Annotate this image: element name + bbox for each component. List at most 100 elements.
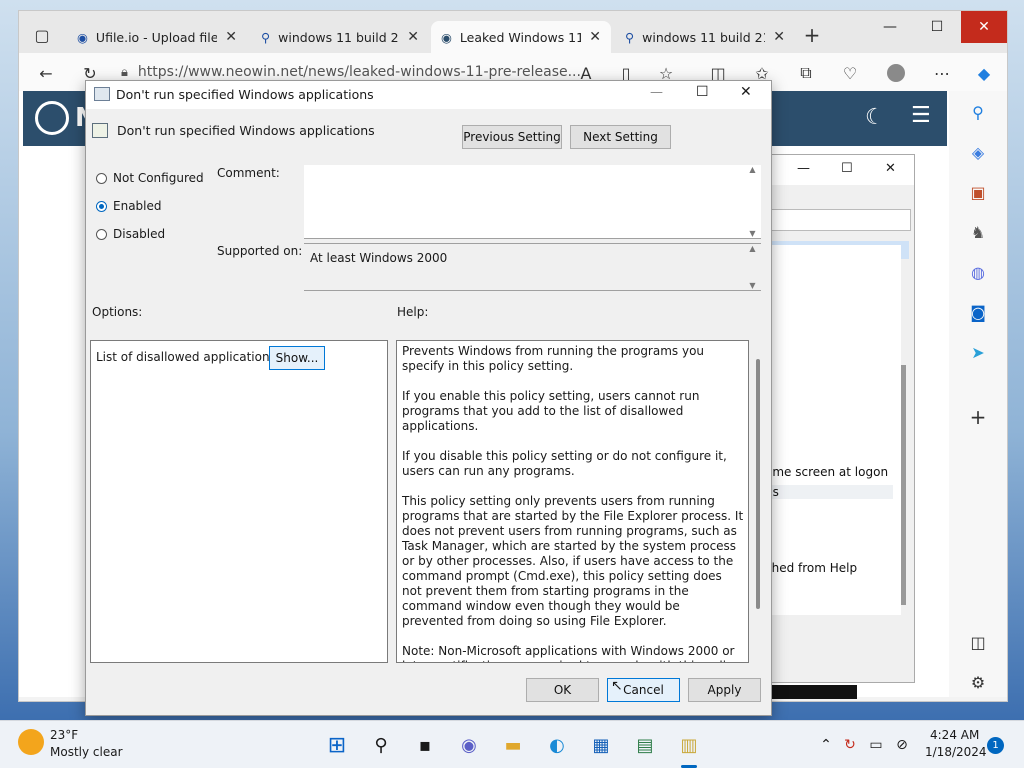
health-icon[interactable]: ♡	[839, 63, 861, 83]
supported-on-value: At least Windows 2000	[310, 251, 448, 265]
list-item[interactable]: ns	[765, 485, 893, 499]
tab-leaked-windows[interactable]: ◉ Leaked Windows 11 p ✕	[431, 21, 611, 53]
search-icon[interactable]: ⚲	[367, 731, 395, 759]
help-paragraph: If you enable this policy setting, users…	[402, 389, 700, 433]
games-icon[interactable]: ♞	[967, 221, 989, 243]
background-window-titlebar: — ☐ ✕	[761, 155, 914, 185]
close-tab-icon[interactable]: ✕	[773, 29, 785, 45]
neowin-favicon-icon: ◉	[441, 29, 452, 45]
list-item[interactable]: ched from Help	[765, 561, 857, 575]
dark-mode-moon-icon[interactable]: ☾	[865, 105, 885, 130]
tab-actions-icon[interactable]: ▢	[31, 25, 53, 45]
chat-icon[interactable]: ◉	[455, 731, 483, 759]
comment-label: Comment:	[217, 166, 280, 180]
next-setting-button[interactable]: Next Setting	[570, 125, 671, 149]
url-text: https://www.neowin.net/news/leaked-windo…	[137, 64, 581, 80]
ok-button[interactable]: OK	[526, 678, 599, 702]
maximize-icon[interactable]: ☐	[841, 161, 853, 176]
display-icon[interactable]: ▭	[862, 731, 890, 759]
scroll-down-icon[interactable]: ▼	[749, 281, 755, 290]
help-label: Help:	[397, 305, 429, 319]
more-options-icon[interactable]: ⋯	[931, 63, 953, 83]
copilot-icon[interactable]: ◆	[973, 63, 995, 83]
supported-on-field: At least Windows 2000 ▲ ▼	[304, 243, 761, 291]
notepad-icon[interactable]: ▥	[675, 731, 703, 759]
security-icon[interactable]: ↻	[836, 731, 864, 759]
background-window-list: ome screen at logon ns t ched from Help …	[761, 245, 901, 615]
settings-gear-icon[interactable]: ⚙	[967, 671, 989, 693]
radio-enabled[interactable]: Enabled	[96, 199, 162, 213]
close-icon[interactable]: ✕	[740, 84, 752, 100]
weather-moon-icon[interactable]	[18, 729, 44, 755]
outlook-icon[interactable]: ◙	[967, 301, 989, 323]
tools-icon[interactable]: ▣	[967, 181, 989, 203]
scroll-down-icon[interactable]: ▼	[749, 229, 755, 238]
dialog-titlebar: Don't run specified Windows applications…	[86, 81, 771, 109]
file-explorer-icon[interactable]: ▬	[499, 731, 527, 759]
sidebar-panel-icon[interactable]: ◫	[967, 631, 989, 653]
minimize-icon[interactable]: —	[650, 85, 663, 100]
close-tab-icon[interactable]: ✕	[225, 29, 237, 45]
options-label: Options:	[92, 305, 143, 319]
tab-label: Ufile.io - Upload files	[95, 29, 218, 45]
policy-setting-icon	[92, 123, 108, 138]
comment-field[interactable]: ▲ ▼	[304, 165, 761, 239]
radio-label: Not Configured	[113, 171, 204, 185]
close-tab-icon[interactable]: ✕	[407, 29, 419, 45]
collections-icon[interactable]: ⧉	[795, 63, 817, 83]
tab-search-2[interactable]: ⚲ windows 11 build 213 ✕	[615, 21, 795, 53]
radio-not-configured[interactable]: Not Configured	[96, 171, 204, 185]
radio-circle	[96, 172, 107, 184]
close-window-icon[interactable]: ✕	[961, 11, 1007, 43]
clock-date[interactable]: 1/18/2024	[925, 745, 987, 759]
tab-label: windows 11 build 213	[278, 29, 399, 45]
maximize-icon[interactable]: ☐	[914, 11, 960, 43]
minimize-icon[interactable]: —	[867, 11, 913, 43]
show-button[interactable]: Show...	[269, 346, 325, 370]
new-tab-icon[interactable]: +	[801, 23, 823, 47]
help-paragraph: This policy setting only prevents users …	[402, 494, 744, 628]
apply-button[interactable]: Apply	[688, 678, 761, 702]
previous-setting-button[interactable]: Previous Setting	[462, 125, 562, 149]
minimize-icon[interactable]: —	[797, 161, 810, 176]
start-windows-icon[interactable]: ⊞	[323, 731, 351, 759]
edge-icon[interactable]: ◐	[543, 731, 571, 759]
list-item[interactable]: ome screen at logon	[765, 465, 888, 479]
weather-condition[interactable]: Mostly clear	[50, 745, 123, 759]
hamburger-menu-icon[interactable]: ☰	[911, 103, 931, 128]
radio-disabled[interactable]: Disabled	[96, 227, 165, 241]
options-panel: List of disallowed applications Show...	[90, 340, 388, 663]
radio-label: Enabled	[113, 199, 162, 213]
close-icon[interactable]: ✕	[885, 161, 896, 176]
clock-time[interactable]: 4:24 AM	[930, 728, 979, 742]
network-icon[interactable]: ⊘	[888, 731, 916, 759]
help-scrollbar-thumb[interactable]	[756, 359, 760, 609]
close-tab-icon[interactable]: ✕	[589, 29, 601, 45]
tab-ufile[interactable]: ◉ Ufile.io - Upload files ✕	[67, 21, 247, 53]
task-view-icon[interactable]: ▪	[411, 731, 439, 759]
search-favicon-icon: ⚲	[625, 29, 635, 45]
mouse-cursor-icon: ↖	[611, 678, 623, 694]
add-sidebar-app-icon[interactable]: +	[967, 405, 989, 429]
store-icon[interactable]: ▦	[587, 731, 615, 759]
supported-scrollbar[interactable]: ▲ ▼	[744, 244, 761, 290]
scroll-up-icon[interactable]: ▲	[749, 244, 755, 253]
background-window-field	[761, 209, 911, 231]
comment-scrollbar[interactable]: ▲ ▼	[744, 165, 761, 238]
policy-editor-app-icon[interactable]: ▤	[631, 731, 659, 759]
background-scrollbar[interactable]	[901, 365, 906, 605]
shopping-tag-icon[interactable]: ◈	[967, 141, 989, 163]
microsoft-365-icon[interactable]: ◍	[967, 261, 989, 283]
send-icon[interactable]: ➤	[967, 341, 989, 363]
back-icon[interactable]: ←	[35, 63, 57, 83]
scroll-up-icon[interactable]: ▲	[749, 165, 755, 174]
notification-badge[interactable]: 1	[987, 737, 1004, 754]
search-icon[interactable]: ⚲	[967, 101, 989, 123]
tab-search-1[interactable]: ⚲ windows 11 build 213 ✕	[251, 21, 429, 53]
temperature[interactable]: 23°F	[50, 728, 78, 742]
profile-avatar[interactable]	[885, 63, 907, 83]
neowin-logo-icon[interactable]	[35, 101, 69, 135]
dialog-title: Don't run specified Windows applications	[116, 87, 374, 102]
maximize-icon[interactable]: ☐	[696, 84, 709, 100]
supported-on-label: Supported on:	[217, 244, 303, 258]
